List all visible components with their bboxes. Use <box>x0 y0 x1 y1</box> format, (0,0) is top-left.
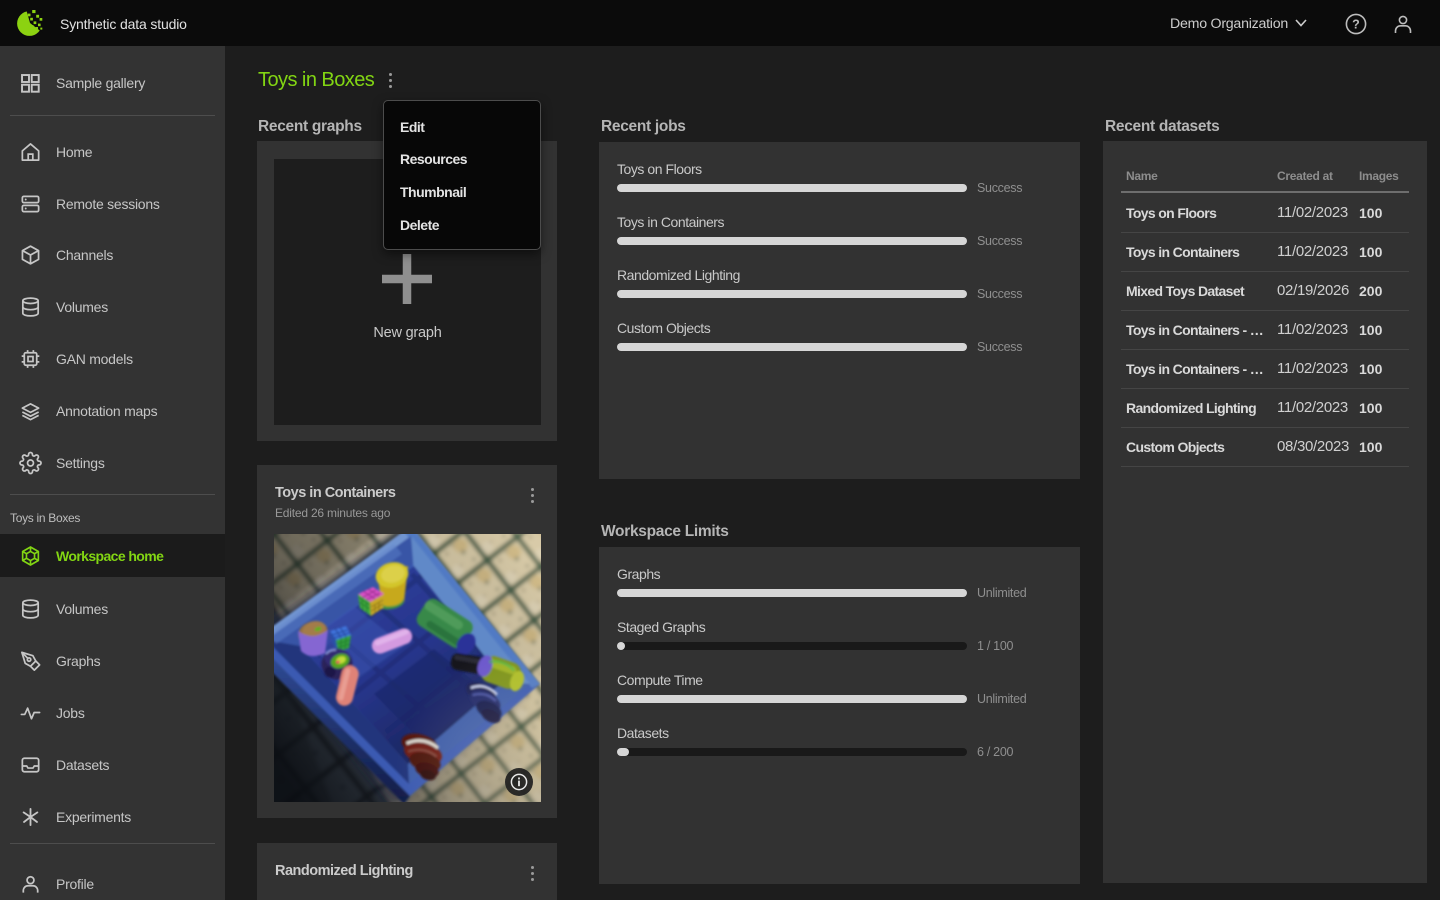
svg-text:?: ? <box>1352 17 1360 31</box>
